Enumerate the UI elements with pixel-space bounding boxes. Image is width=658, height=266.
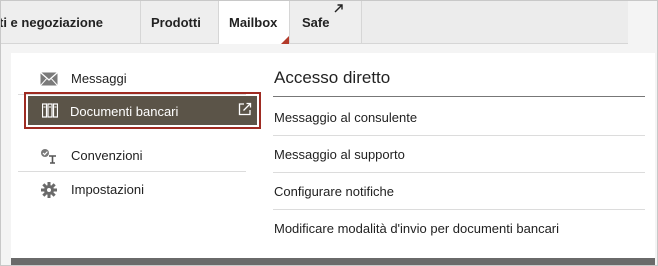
tab-bar-filler	[362, 1, 628, 43]
section-title: Accesso diretto	[273, 65, 645, 97]
menu-item-documenti-bancari[interactable]: Documenti bancari	[24, 92, 261, 129]
menu-item-label: Documenti bancari	[70, 104, 179, 119]
gear-icon	[41, 182, 57, 198]
open-external-icon[interactable]	[238, 102, 252, 116]
link-messaggio-supporto[interactable]: Messaggio al supporto	[273, 136, 645, 173]
menu-item-impostazioni[interactable]: Impostazioni	[18, 174, 246, 206]
active-indicator	[281, 36, 289, 44]
link-label: Messaggio al supporto	[274, 147, 405, 162]
app-frame: ti e negoziazione Prodotti Mailbox Safe	[0, 0, 658, 266]
tab-label: Prodotti	[151, 15, 201, 30]
selected-item-body: Documenti bancari	[28, 96, 257, 125]
link-label: Configurare notifiche	[274, 184, 394, 199]
link-label: Modificare modalità d'invio per document…	[274, 221, 560, 236]
menu-item-messaggi[interactable]: Messaggi	[18, 63, 246, 95]
agreements-icon	[41, 149, 56, 164]
menu-item-label: Convenzioni	[71, 148, 143, 163]
top-navigation: ti e negoziazione Prodotti Mailbox Safe	[1, 1, 628, 44]
tab-negoziazione[interactable]: ti e negoziazione	[0, 1, 141, 43]
menu-item-label: Impostazioni	[71, 182, 144, 197]
menu-item-convenzioni[interactable]: Convenzioni	[18, 140, 246, 172]
envelope-icon	[40, 72, 58, 86]
panel-footer-bar	[11, 258, 655, 265]
tab-safe[interactable]: Safe	[290, 1, 362, 43]
link-modificare-modalita-invio[interactable]: Modificare modalità d'invio per document…	[273, 210, 645, 247]
link-configurare-notifiche[interactable]: Configurare notifiche	[273, 173, 645, 210]
section-title-text: Accesso diretto	[274, 68, 391, 87]
tab-label: Safe	[302, 15, 330, 30]
link-label: Messaggio al consulente	[274, 110, 418, 125]
mailbox-dropdown-panel: Messaggi Documenti bancari Convenzioni I…	[11, 53, 655, 265]
tab-mailbox[interactable]: Mailbox	[219, 1, 290, 44]
tab-label: ti e negoziazione	[0, 15, 104, 30]
documents-icon	[42, 103, 58, 118]
tab-label: Mailbox	[229, 15, 278, 30]
external-arrow-icon	[334, 4, 343, 13]
menu-item-label: Messaggi	[71, 71, 127, 86]
link-messaggio-consulente[interactable]: Messaggio al consulente	[273, 99, 645, 136]
tab-prodotti[interactable]: Prodotti	[141, 1, 219, 43]
